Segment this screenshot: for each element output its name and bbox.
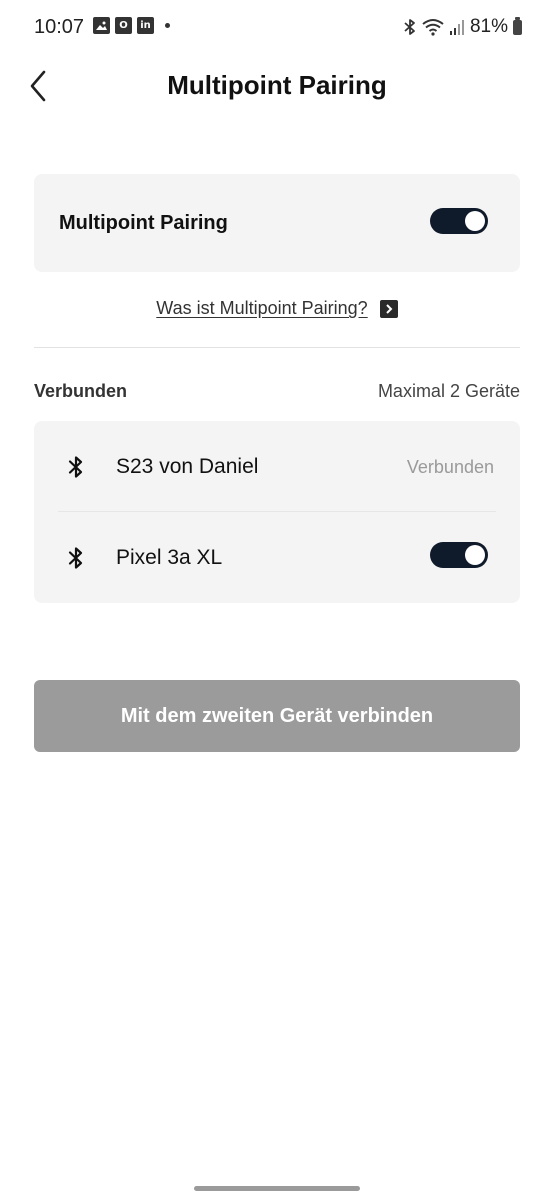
- battery-icon: [513, 16, 522, 35]
- status-right: 81%: [403, 16, 522, 38]
- devices-card: S23 von Daniel Verbunden Pixel 3a XL: [34, 421, 520, 603]
- device-row: Pixel 3a XL: [34, 512, 520, 602]
- header: Multipoint Pairing: [0, 56, 554, 116]
- multipoint-label: Multipoint Pairing: [59, 212, 228, 234]
- device-name: Pixel 3a XL: [116, 546, 223, 569]
- outlook-icon: O: [115, 17, 132, 34]
- image-icon: [93, 17, 110, 34]
- linkedin-icon: in: [137, 17, 154, 34]
- multipoint-toggle[interactable]: [430, 208, 488, 234]
- notification-icons: O in: [93, 17, 170, 34]
- battery-percent: 81%: [469, 16, 508, 37]
- device-name: S23 von Daniel: [116, 455, 259, 478]
- home-indicator[interactable]: [194, 1186, 360, 1191]
- info-link-text: Was ist Multipoint Pairing?: [156, 298, 368, 318]
- what-is-multipoint-link[interactable]: Was ist Multipoint Pairing?: [156, 298, 398, 319]
- device-toggle[interactable]: [430, 542, 488, 568]
- divider: [34, 347, 520, 348]
- status-bar: 10:07 O in 81%: [0, 0, 554, 56]
- bluetooth-icon: [68, 547, 83, 569]
- bluetooth-icon: [68, 456, 83, 478]
- multipoint-card: Multipoint Pairing: [34, 174, 520, 272]
- toggle-knob: [465, 211, 485, 231]
- signal-icon: [449, 20, 464, 35]
- page-title: Multipoint Pairing: [167, 70, 387, 100]
- device-status: Verbunden: [406, 457, 494, 477]
- connect-second-device-button[interactable]: Mit dem zweiten Gerät verbinden: [34, 680, 520, 752]
- more-notifications-dot: [165, 23, 170, 28]
- toggle-knob: [465, 545, 485, 565]
- info-link-row: Was ist Multipoint Pairing?: [0, 298, 554, 319]
- chevron-right-icon: [379, 299, 398, 318]
- bluetooth-icon: [404, 19, 415, 35]
- status-time: 10:07: [34, 16, 85, 38]
- wifi-icon: [422, 19, 444, 36]
- connected-section-label: Verbunden: [34, 381, 128, 401]
- max-devices-note: Maximal 2 Geräte: [377, 381, 520, 401]
- device-row[interactable]: S23 von Daniel Verbunden: [34, 421, 520, 512]
